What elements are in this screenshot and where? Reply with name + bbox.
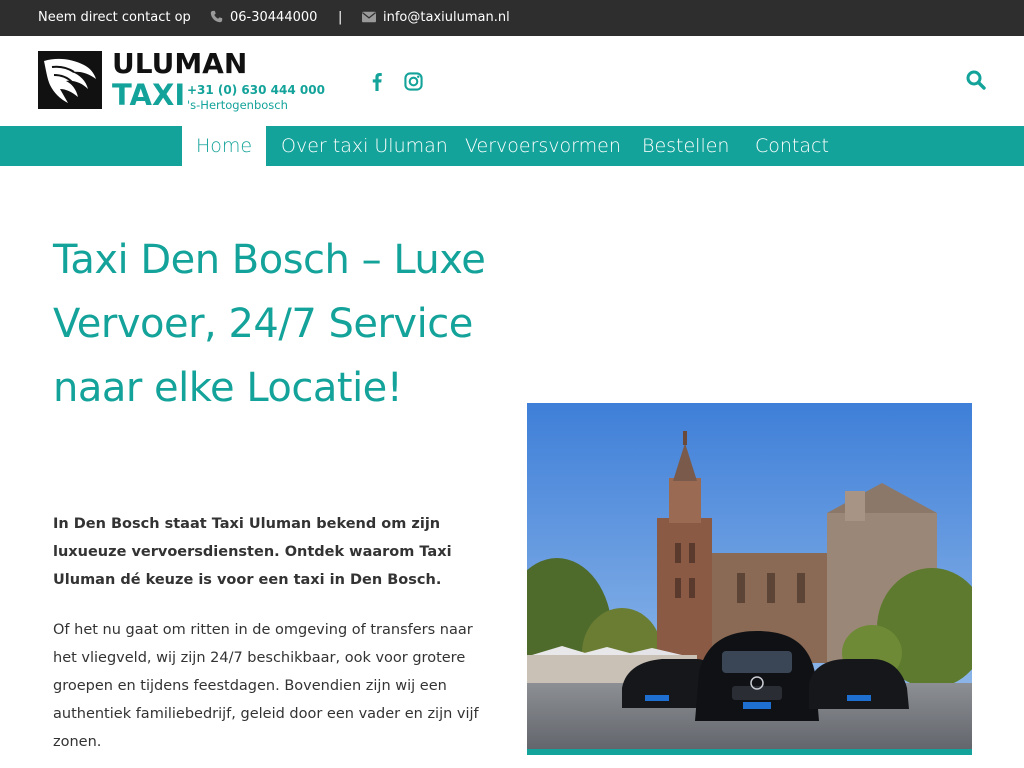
nav-item-over-taxi-uluman[interactable]: Over taxi Uluman [281, 126, 448, 166]
site-logo[interactable]: ULUMAN TAXI +31 (0) 630 444 000 's-Herto… [38, 47, 328, 112]
nav-item-contact[interactable]: Contact [755, 126, 829, 166]
topbar-phone[interactable]: 06-30444000 [210, 10, 317, 25]
nav-item-home[interactable]: Home [182, 126, 266, 166]
topbar-email[interactable]: info@taxiuluman.nl [362, 10, 510, 25]
logo-city: 's-Hertogenbosch [187, 98, 288, 112]
body-paragraph: Of het nu gaat om ritten in de omgeving … [53, 622, 479, 750]
search-icon[interactable] [966, 70, 988, 92]
instagram-icon[interactable] [404, 72, 423, 95]
topbar-separator: | [338, 10, 343, 25]
main-navigation: Home Over taxi Uluman Vervoersvormen Bes… [0, 126, 1024, 166]
page-title: Taxi Den Bosch – Luxe Vervoer, 24/7 Serv… [53, 237, 486, 411]
hero-photo [527, 403, 972, 755]
envelope-icon [362, 11, 376, 23]
logo-mark-icon [38, 51, 102, 109]
site-header: ULUMAN TAXI +31 (0) 630 444 000 's-Herto… [0, 36, 1024, 126]
phone-number: 06-30444000 [230, 10, 318, 25]
logo-taxi: TAXI [112, 78, 186, 112]
phone-icon [210, 10, 223, 23]
logo-phone: +31 (0) 630 444 000 [187, 83, 325, 97]
facebook-icon[interactable] [371, 72, 383, 95]
nav-item-bestellen[interactable]: Bestellen [642, 126, 729, 166]
logo-name: ULUMAN [112, 47, 248, 80]
intro-paragraph: In Den Bosch staat Taxi Uluman bekend om… [53, 516, 452, 588]
top-contact-bar: Neem direct contact op 06-30444000 | inf… [0, 0, 1024, 36]
email-address: info@taxiuluman.nl [383, 10, 510, 25]
contact-label: Neem direct contact op [38, 10, 191, 25]
nav-item-vervoersvormen[interactable]: Vervoersvormen [465, 126, 621, 166]
